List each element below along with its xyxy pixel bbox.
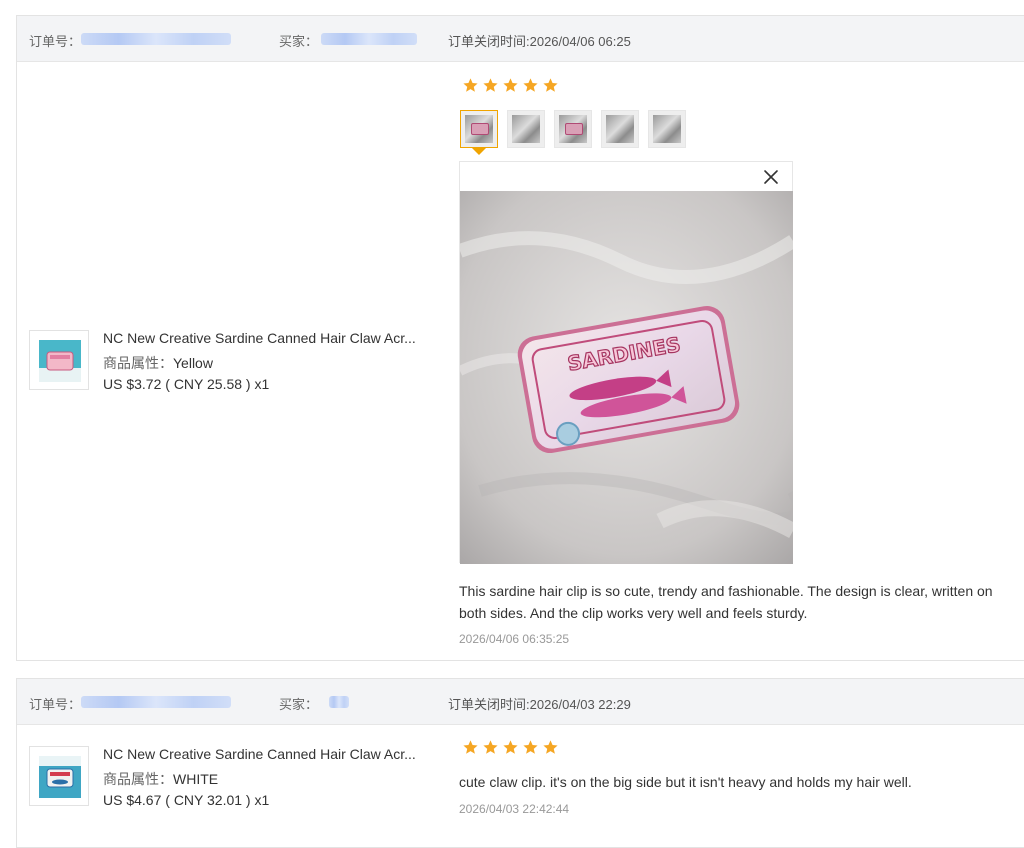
product-thumbnail[interactable] [29, 330, 89, 390]
buyer-redacted [321, 33, 417, 45]
star-icon [463, 740, 478, 754]
image-preview-popup: SARDINES [459, 161, 793, 564]
review-photo: SARDINES [460, 191, 793, 564]
close-icon[interactable] [762, 168, 780, 186]
star-icon [463, 78, 478, 92]
star-icon [523, 78, 538, 92]
product-price: US $3.72 ( CNY 25.58 ) x1 [103, 376, 270, 392]
star-icon [503, 78, 518, 92]
active-thumb-caret [472, 148, 486, 155]
attribute-key: 商品属性： [103, 771, 173, 787]
order-closed-time: 订单关闭时间:2026/04/06 06:25 [448, 34, 631, 49]
review-image-thumb[interactable] [460, 110, 498, 148]
attribute-value: WHITE [173, 771, 219, 787]
order-header: 订单号： 买家： 订单关闭时间:2026/04/06 06:25 [17, 16, 1024, 62]
review-text: This sardine hair clip is so cute, trend… [459, 583, 993, 621]
buyer-label: 买家： [279, 34, 319, 49]
order-number-label: 订单号： [29, 34, 82, 49]
product-price: US $4.67 ( CNY 32.01 ) x1 [103, 792, 270, 808]
order-number-redacted [81, 696, 231, 708]
star-icon [483, 78, 498, 92]
order-number-redacted [81, 33, 231, 45]
star-icon [543, 740, 558, 754]
buyer-redacted [329, 696, 349, 708]
rating-stars [462, 739, 559, 756]
order-header: 订单号： 买家： 订单关闭时间:2026/04/03 22:29 [17, 679, 1024, 725]
review-date: 2026/04/06 06:35:25 [459, 632, 570, 646]
review-image-thumb[interactable] [648, 110, 686, 148]
product-attribute: 商品属性：WHITE [103, 769, 218, 789]
order-card: 订单号： 买家： 订单关闭时间:2026/04/03 22:29 NC New … [16, 678, 1024, 848]
attribute-key: 商品属性： [103, 355, 173, 371]
product-title[interactable]: NC New Creative Sardine Canned Hair Claw… [103, 330, 416, 346]
star-icon [483, 740, 498, 754]
review-image-thumb[interactable] [507, 110, 545, 148]
order-number-label: 订单号： [29, 697, 82, 712]
order-closed-time: 订单关闭时间:2026/04/03 22:29 [448, 697, 631, 712]
star-icon [523, 740, 538, 754]
review-text: cute claw clip. it's on the big side but… [459, 774, 912, 790]
product-attribute: 商品属性：Yellow [103, 353, 213, 373]
star-icon [543, 78, 558, 92]
rating-stars [462, 77, 559, 94]
review-date: 2026/04/03 22:42:44 [459, 802, 570, 816]
attribute-value: Yellow [173, 355, 213, 371]
review-image-thumb[interactable] [601, 110, 639, 148]
product-thumbnail[interactable] [29, 746, 89, 806]
star-icon [503, 740, 518, 754]
review-image-thumb[interactable] [554, 110, 592, 148]
buyer-label: 买家： [279, 697, 319, 712]
product-title[interactable]: NC New Creative Sardine Canned Hair Claw… [103, 746, 416, 762]
